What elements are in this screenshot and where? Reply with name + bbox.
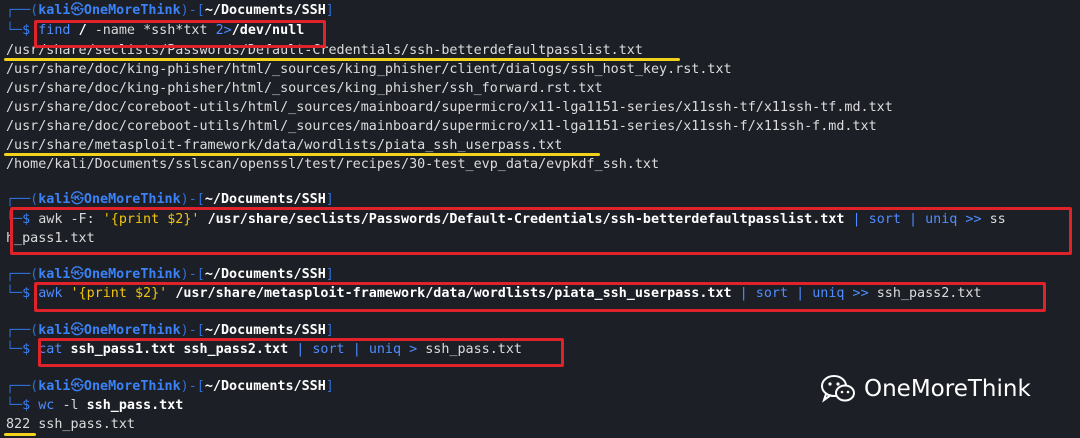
output-line: /home/kali/Documents/sslscan/openssl/tes… — [6, 157, 660, 172]
output-line: /usr/share/doc/king-phisher/html/_source… — [6, 81, 603, 96]
watermark-text: OneMoreThink — [864, 376, 1031, 402]
output-line: /usr/share/doc/coreboot-utils/html/_sour… — [6, 100, 893, 115]
output-line: /usr/share/doc/king-phisher/html/_source… — [6, 62, 732, 77]
watermark: OneMoreThink — [820, 374, 1031, 404]
line-count: 822 — [6, 417, 31, 432]
highlight-box — [34, 282, 1046, 312]
wc-output: 822 ssh_pass.txt — [6, 417, 135, 432]
output-line: /usr/share/doc/coreboot-utils/html/_sour… — [6, 119, 877, 134]
command-wc: └─$ wc -l ssh_pass.txt — [6, 398, 184, 413]
wechat-icon — [821, 375, 855, 403]
highlight-box — [38, 338, 564, 367]
prompt-dir: ~/Documents/SSH — [204, 3, 326, 18]
underline-mark — [4, 433, 36, 436]
underline-mark — [4, 58, 680, 61]
terminal-window[interactable]: ┌──(kali㉿OneMoreThink)-[~/Documents/SSH]… — [0, 0, 1080, 438]
highlight-box — [34, 20, 326, 48]
prompt-user: kali — [38, 3, 71, 18]
prompt-line: ┌──(kali㉿OneMoreThink)-[~/Documents/SSH] — [6, 379, 334, 394]
prompt-line: ┌──(kali㉿OneMoreThink)-[~/Documents/SSH] — [6, 3, 334, 18]
underline-mark — [4, 153, 600, 156]
prompt-host: OneMoreThink — [83, 3, 181, 18]
highlight-box — [10, 207, 1072, 255]
